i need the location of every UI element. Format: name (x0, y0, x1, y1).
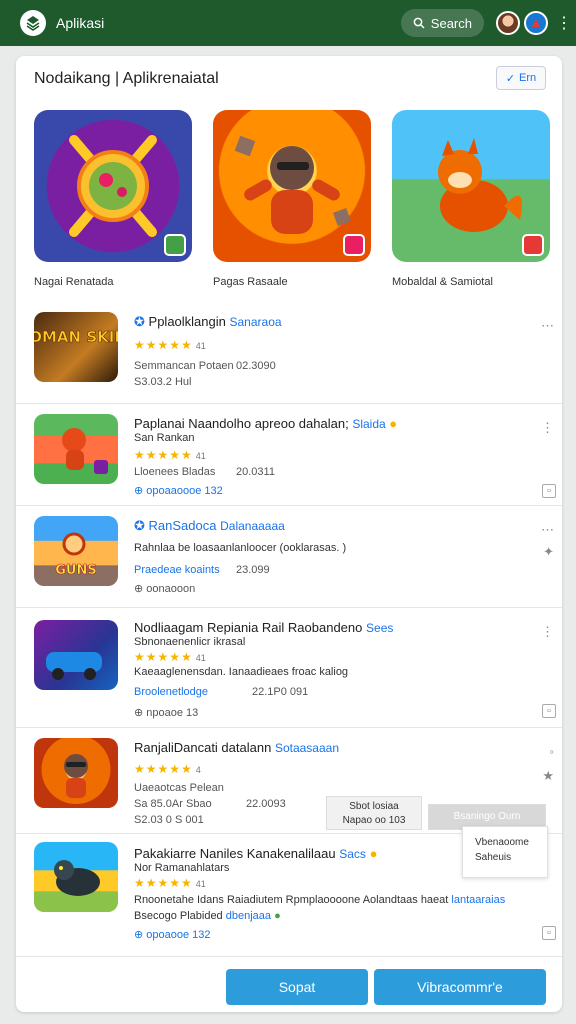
list-item[interactable]: GUNS ✪ RanSadoca Dalanaaaaa Rahnlaa be l… (16, 506, 562, 608)
more-options-icon[interactable]: ◦ (549, 744, 554, 759)
app-meta-label: ⊕ oonaooon (134, 583, 196, 595)
search-label: Search (430, 15, 472, 31)
secondary-button[interactable]: Sopat (226, 969, 368, 1005)
search-button[interactable]: Search (400, 9, 484, 37)
app-meta-label: S3.03.2 Hul (134, 376, 192, 388)
more-options-icon[interactable]: ⋯ (541, 522, 554, 538)
more-options-icon[interactable]: ⋯ (541, 318, 554, 334)
more-options-icon[interactable]: ⋮ (541, 624, 554, 640)
app-developer: San Rankan (134, 432, 195, 444)
app-name[interactable]: Nodliaagam Repiania Rail Raobandeno Sees (134, 620, 393, 635)
search-icon (413, 17, 425, 29)
app-thumbnail[interactable]: GUNS (34, 516, 118, 586)
info-icon[interactable]: ▫ (542, 484, 556, 498)
app-description: Rahnlaa be loasaanlanloocer (ooklarasas.… (134, 542, 347, 554)
app-name[interactable]: Paplanai Naandolho apreoo dahalan; Slaid… (134, 416, 397, 431)
app-thumbnail[interactable] (34, 738, 118, 808)
app-name[interactable]: Pakakiarre Naniles Kanakenalilaau Sacs ● (134, 846, 377, 861)
app-downloads: ⊕ opoaaoooe 132 (134, 485, 223, 497)
app-meta-label: Semmancan Potaen (134, 360, 234, 372)
app-meta-label: Lloenees Bladas (134, 466, 216, 478)
app-developer: Nor Ramanahlatars (134, 862, 230, 874)
featured-app[interactable]: Nagai Renatada (34, 110, 192, 288)
app-meta-value: 23.099 (236, 564, 270, 576)
app-description: Rnoonetahe Idans Raiadiutem Rpmplaoooone… (134, 894, 506, 906)
featured-app[interactable]: Mobaldal & Samiotal (392, 110, 550, 288)
star-rating: ★★★★★ 4 (134, 762, 201, 776)
app-name[interactable]: ✪ RanSadoca Dalanaaaaa (134, 518, 285, 534)
primary-button[interactable]: Vibracommr'e (374, 969, 546, 1005)
app-meta-value: 20.0311 (236, 466, 275, 478)
download-icon: ⊕ (134, 929, 144, 941)
app-developer: Sbnonaenenlicr ikrasal (134, 636, 246, 648)
app-meta-label: S2.03 0 S 001 (134, 814, 204, 826)
app-description: Kaeaaglenensdan. Ianaadieaes froac kalio… (134, 666, 349, 678)
app-logo-icon[interactable] (20, 10, 46, 36)
app-meta-value: 22.1P0 091 (252, 686, 309, 698)
top-app-bar: Aplikasi Search ⋮ (0, 0, 576, 46)
app-name[interactable]: RanjaliDancati datalann Sotaasaaan (134, 740, 339, 755)
filter-label: Ern (519, 72, 537, 84)
app-meta-label: Bsecogo Plabided dbenjaaa ● (134, 910, 281, 922)
filter-button[interactable]: ✓ Ern (496, 66, 546, 90)
verified-icon: ✪ (134, 314, 145, 329)
more-options-icon[interactable]: ⋮ (556, 13, 572, 33)
star-rating: ★★★★★ 41 (134, 448, 206, 462)
download-icon: ⊕ (134, 485, 144, 497)
featured-app-caption: Nagai Renatada (34, 276, 114, 288)
featured-app-caption: Pagas Rasaale (213, 276, 288, 288)
list-item[interactable]: Nodliaagam Repiania Rail Raobandeno Sees… (16, 608, 562, 728)
badge-icon (164, 234, 186, 256)
star-rating: ★★★★★ 41 (134, 650, 206, 664)
download-icon: ⊕ (134, 707, 144, 719)
star-rating: ★★★★★ 41 (134, 338, 206, 352)
app-meta-value: 02.3090 (236, 360, 276, 372)
info-icon[interactable]: ▫ (542, 926, 556, 940)
app-downloads: ⊕ opoaooe 132 (134, 929, 211, 941)
featured-app-image[interactable] (392, 110, 550, 262)
badge-icon (343, 234, 365, 256)
thumbnail-text: GUNS (55, 563, 96, 578)
footer-bar: Sopat Vibracommr'e (16, 956, 562, 1012)
featured-app-image[interactable] (213, 110, 371, 262)
info-icon[interactable]: ▫ (542, 704, 556, 718)
more-options-icon[interactable]: ⋮ (541, 420, 554, 436)
app-meta-label: Sa 85.0Ar Sbao (134, 798, 212, 810)
app-name[interactable]: ✪ Pplaolklangin Sanaraoa (134, 314, 282, 330)
app-thumbnail[interactable] (34, 414, 118, 484)
user-avatar[interactable] (496, 11, 520, 35)
app-meta-label: Praedeae koaints (134, 564, 220, 576)
featured-app-caption: Mobaldal & Samiotal (392, 276, 493, 288)
app-thumbnail[interactable]: MOMAN SKINS (16, 312, 138, 382)
download-icon: ⊕ (134, 583, 144, 595)
app-meta-label: Uaeaotcas Pelean (134, 782, 224, 794)
app-thumbnail[interactable] (34, 620, 118, 690)
app-title: Aplikasi (56, 15, 105, 31)
featured-app-image[interactable] (34, 110, 192, 262)
verified-icon: ✪ (134, 518, 145, 533)
app-thumbnail[interactable] (34, 842, 118, 912)
star-icon[interactable]: ✦ (543, 544, 554, 560)
featured-app[interactable]: Pagas Rasaale (213, 110, 371, 288)
popover-line: Napao oo 103 (342, 815, 406, 826)
thumbnail-text: MOMAN SKINS (34, 328, 118, 346)
star-rating: ★★★★★ 41 (134, 876, 206, 890)
popover-line: Sbot losiaa (349, 801, 399, 812)
tooltip-popover: Sbot losiaa Napao oo 103 (326, 796, 422, 830)
star-icon[interactable]: ★ (542, 768, 554, 784)
menu-item[interactable]: Vbenaoome (475, 835, 535, 850)
list-item[interactable]: MOMAN SKINS ✪ Pplaolklangin Sanaraoa ★★★… (16, 302, 562, 404)
badge-icon (522, 234, 544, 256)
check-icon: ✓ (505, 72, 516, 85)
app-meta-label: Broolenetlodge (134, 686, 209, 698)
menu-item[interactable]: Saheuis (475, 850, 535, 865)
page-title: Nodaikang | Aplikrenaiatal (34, 70, 219, 87)
app-meta-value: 22.0093 (246, 798, 286, 810)
list-item[interactable]: Paplanai Naandolho apreoo dahalan; Slaid… (16, 404, 562, 506)
app-downloads: ⊕ npoaoe 13 (134, 707, 199, 719)
main-card: Nodaikang | Aplikrenaiatal ✓ Ern Nagai R… (16, 56, 562, 1012)
context-menu: Vbenaoome Saheuis (462, 826, 548, 878)
account-icon[interactable] (524, 11, 548, 35)
